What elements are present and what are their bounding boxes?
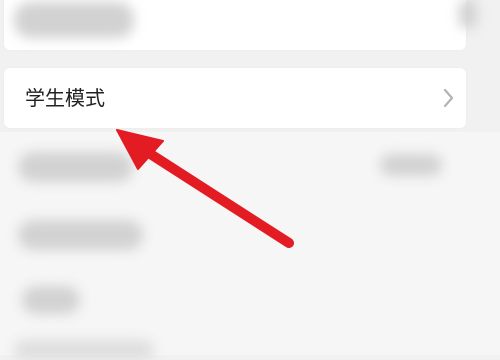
red-arrow-icon (116, 129, 294, 248)
